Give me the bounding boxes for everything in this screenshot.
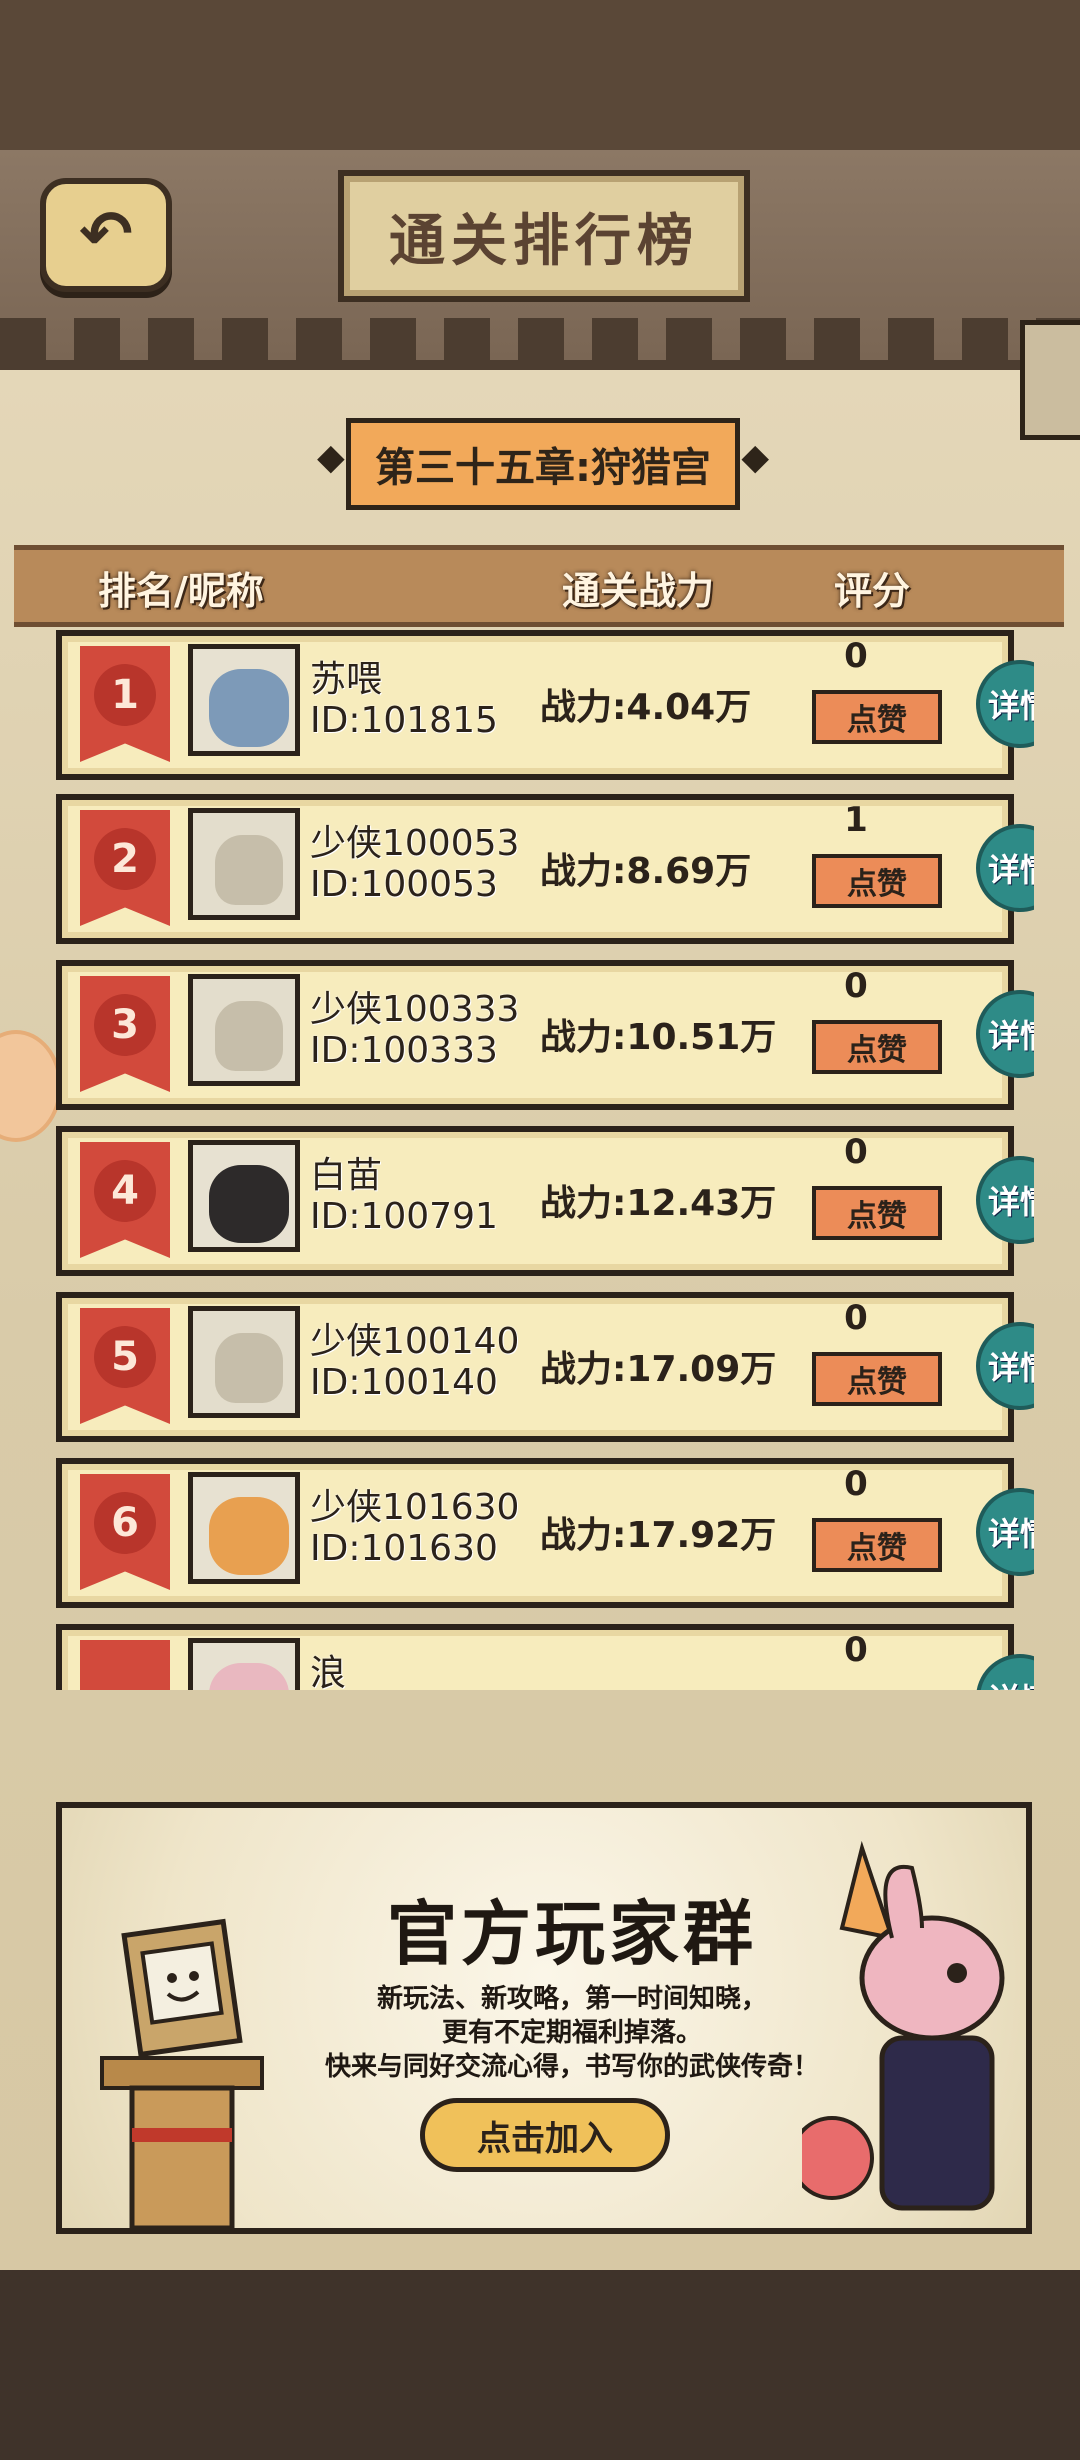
power-value: 战力:4.04万	[540, 687, 752, 728]
tiger-avatar[interactable]	[188, 1472, 300, 1584]
power-value: 战力:17.09万	[540, 1349, 777, 1390]
nickname: 少侠100140	[310, 1321, 520, 1362]
score-value: 0	[844, 636, 868, 676]
ranking-list[interactable]: 1 苏喂 ID:101815 战力:4.04万 0 点赞 详情 2 少侠1000…	[34, 630, 1034, 1690]
table-header: 排名/昵称 通关战力 评分	[14, 545, 1064, 627]
like-button[interactable]: 点赞	[812, 690, 942, 744]
rank-number: 4	[94, 1160, 156, 1222]
nickname: 少侠100053	[310, 823, 520, 864]
power-value: 战力:8.69万	[540, 851, 752, 892]
tiger-face-icon	[209, 1497, 289, 1575]
nickname: 浪	[310, 1653, 347, 1690]
side-banner-decoration	[1020, 320, 1080, 440]
table-row: 4 白苗 ID:100791 战力:12.43万 0 点赞 详情	[56, 1126, 1034, 1276]
nickname: 白苗	[310, 1155, 383, 1196]
table-row: 5 少侠100140 ID:100140 战力:17.09万 0 点赞 详情	[56, 1292, 1034, 1442]
player-id: ID:100791	[310, 1196, 498, 1237]
official-group-banner[interactable]: 官方玩家群 新玩法、新攻略，第一时间知晓， 更有不定期福利掉落。 快来与同好交流…	[56, 1802, 1032, 2234]
like-button[interactable]: 点赞	[812, 854, 942, 908]
table-row: 1 苏喂 ID:101815 战力:4.04万 0 点赞 详情	[56, 630, 1034, 780]
default-avatar[interactable]	[188, 808, 300, 920]
power-value: 战力:12.43万	[540, 1183, 777, 1224]
default-avatar[interactable]	[188, 1306, 300, 1418]
rank-number: 5	[94, 1326, 156, 1388]
wolf-avatar[interactable]	[188, 644, 300, 756]
table-row: 浪 0 详情	[56, 1624, 1034, 1690]
banner-text-line: 快来与同好交流心得，书写你的武侠传奇！	[324, 2052, 819, 2082]
like-button[interactable]: 点赞	[812, 1518, 942, 1572]
bottom-bar	[0, 2270, 1080, 2460]
rank-ribbon	[80, 1640, 170, 1690]
like-button[interactable]: 点赞	[812, 1352, 942, 1406]
rank-number: 2	[94, 828, 156, 890]
score-value: 1	[844, 800, 868, 840]
player-id: ID:101630	[310, 1528, 498, 1569]
banner-text-line: 更有不定期福利掉落。	[441, 2018, 702, 2048]
default-avatar[interactable]	[188, 974, 300, 1086]
rank-number: 1	[94, 664, 156, 726]
rabbit-illustration	[802, 1840, 1005, 2211]
nickname: 少侠101630	[310, 1487, 520, 1528]
back-button[interactable]: ↶	[40, 178, 172, 292]
score-value: 0	[844, 1630, 868, 1670]
pink-avatar[interactable]	[188, 1638, 300, 1690]
wolf-face-icon	[209, 669, 289, 747]
score-value: 0	[844, 1464, 868, 1504]
rank-number: 3	[94, 994, 156, 1056]
column-rank-name: 排名/昵称	[98, 569, 264, 613]
table-row: 3 少侠100333 ID:100333 战力:10.51万 0 点赞 详情	[56, 960, 1034, 1110]
player-id: ID:100140	[310, 1362, 498, 1403]
pink-face-icon	[209, 1663, 289, 1690]
rank-number: 6	[94, 1492, 156, 1554]
nickname: 少侠100333	[310, 989, 520, 1030]
silhouette-icon	[215, 1333, 283, 1403]
banner-text-line: 新玩法、新攻略，第一时间知晓，	[376, 1984, 767, 2014]
top-bar	[0, 0, 1080, 150]
power-value: 战力:17.92万	[540, 1515, 777, 1556]
scarecrow-illustration	[100, 1918, 264, 2228]
column-power: 通关战力	[562, 569, 715, 613]
column-score: 评分	[834, 569, 911, 613]
player-id: ID:100053	[310, 864, 498, 905]
score-value: 0	[844, 966, 868, 1006]
player-id: ID:100333	[310, 1030, 498, 1071]
power-value: 战力:10.51万	[540, 1017, 777, 1058]
penguin-avatar[interactable]	[188, 1140, 300, 1252]
like-button[interactable]: 点赞	[812, 1020, 942, 1074]
nickname: 苏喂	[310, 659, 383, 700]
join-button[interactable]: 点击加入	[420, 2098, 670, 2172]
banner-title: 官方玩家群	[387, 1893, 757, 1975]
table-row: 6 少侠101630 ID:101630 战力:17.92万 0 点赞 详情	[56, 1458, 1034, 1608]
table-row: 2 少侠100053 ID:100053 战力:8.69万 1 点赞 详情	[56, 794, 1034, 944]
silhouette-icon	[215, 835, 283, 905]
back-arrow-icon: ↶	[79, 198, 133, 272]
score-value: 0	[844, 1132, 868, 1172]
like-button[interactable]: 点赞	[812, 1186, 942, 1240]
score-value: 0	[844, 1298, 868, 1338]
penguin-face-icon	[209, 1165, 289, 1243]
chapter-label: 第三十五章:狩猎宫	[317, 418, 769, 510]
silhouette-icon	[215, 1001, 283, 1071]
player-id: ID:101815	[310, 700, 498, 741]
page-title: 通关排行榜	[338, 170, 750, 302]
